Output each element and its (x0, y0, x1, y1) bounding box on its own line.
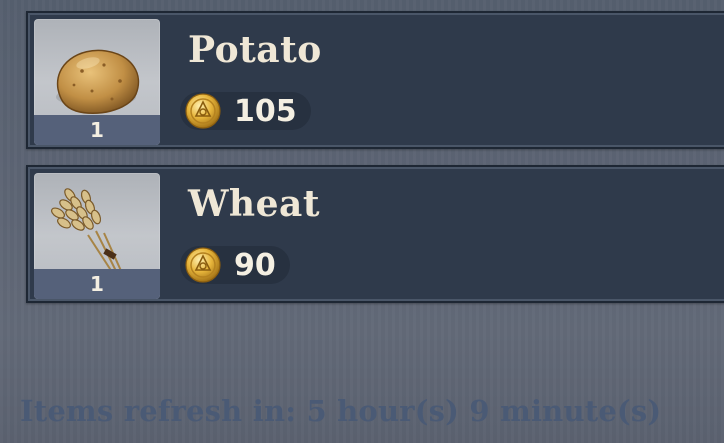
item-name: Potato (188, 29, 322, 71)
shop-item-wheat[interactable]: 1 Wheat 90 (26, 165, 724, 303)
item-thumbnail: 1 (34, 173, 160, 299)
mora-coin-icon (185, 247, 221, 283)
item-name: Wheat (188, 183, 320, 225)
shop-item-potato[interactable]: 1 Potato 105 (26, 11, 724, 149)
price-tag: 90 (180, 246, 290, 284)
price-tag: 105 (180, 92, 311, 130)
item-count: 1 (90, 272, 104, 296)
mora-coin-icon (185, 93, 221, 129)
item-price: 90 (234, 247, 276, 283)
item-count: 1 (90, 118, 104, 142)
item-thumbnail: 1 (34, 19, 160, 145)
refresh-timer-text: Items refresh in: 5 hour(s) 9 minute(s) (20, 394, 662, 428)
item-price: 105 (234, 93, 297, 129)
